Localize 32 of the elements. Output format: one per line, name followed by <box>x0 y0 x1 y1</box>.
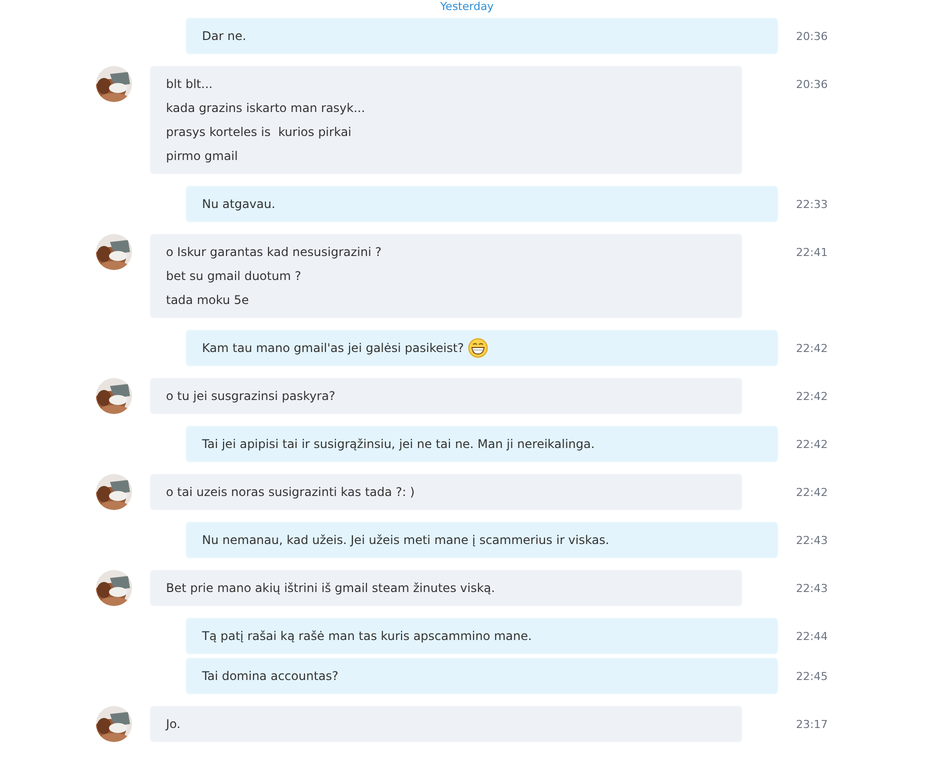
message-text: prasys korteles is kurios pirkai <box>166 125 352 139</box>
message-text: Tai jei apipisi tai ir susigrąžinsiu, jei ne tai ne. Man ji nereikalinga. <box>202 437 595 451</box>
message-time: 20:36 <box>796 30 828 43</box>
message-text: kada grazins iskarto man rasyk... <box>166 101 366 115</box>
message-text: o tu jei susgrazinsi paskyra? <box>166 389 336 403</box>
message-text: pirmo gmail <box>166 149 238 163</box>
message-text: Tą patį rašai ką rašė man tas kuris apscammino mane. <box>202 629 532 643</box>
message-time: 23:17 <box>796 718 828 731</box>
message-text: blt blt... <box>166 77 213 91</box>
message-text: bet su gmail duotum ? <box>166 269 302 283</box>
message-time: 20:36 <box>796 78 828 91</box>
message-text: o tai uzeis noras susigrazinti kas tada ?: ) <box>166 485 415 499</box>
message-text: Kam tau mano gmail'as jei galėsi pasikeist? <box>202 341 464 355</box>
message-time: 22:43 <box>796 582 828 595</box>
message-time: 22:42 <box>796 342 828 355</box>
message-time: 22:42 <box>796 438 828 451</box>
message-time: 22:42 <box>796 390 828 403</box>
message-text: o Iskur garantas kad nesusigrazini ? <box>166 245 382 259</box>
message-text: Tai domina accountas? <box>202 669 338 683</box>
message-time: 22:33 <box>796 198 828 211</box>
message-time: 22:41 <box>796 246 828 259</box>
message-text: Nu nemanau, kad užeis. Jei užeis meti mane į scammerius ir viskas. <box>202 533 610 547</box>
message-text: Dar ne. <box>202 29 246 43</box>
message-time: 22:44 <box>796 630 828 643</box>
day-divider: Yesterday <box>440 0 494 13</box>
message-time: 22:45 <box>796 670 828 683</box>
message-text: Jo. <box>166 717 180 731</box>
message-text: tada moku 5e <box>166 293 249 307</box>
message-time: 22:42 <box>796 486 828 499</box>
message-text: Bet prie mano akių ištrini iš gmail steam žinutes viską. <box>166 581 495 595</box>
message-text: Nu atgavau. <box>202 197 276 211</box>
message-time: 22:43 <box>796 534 828 547</box>
